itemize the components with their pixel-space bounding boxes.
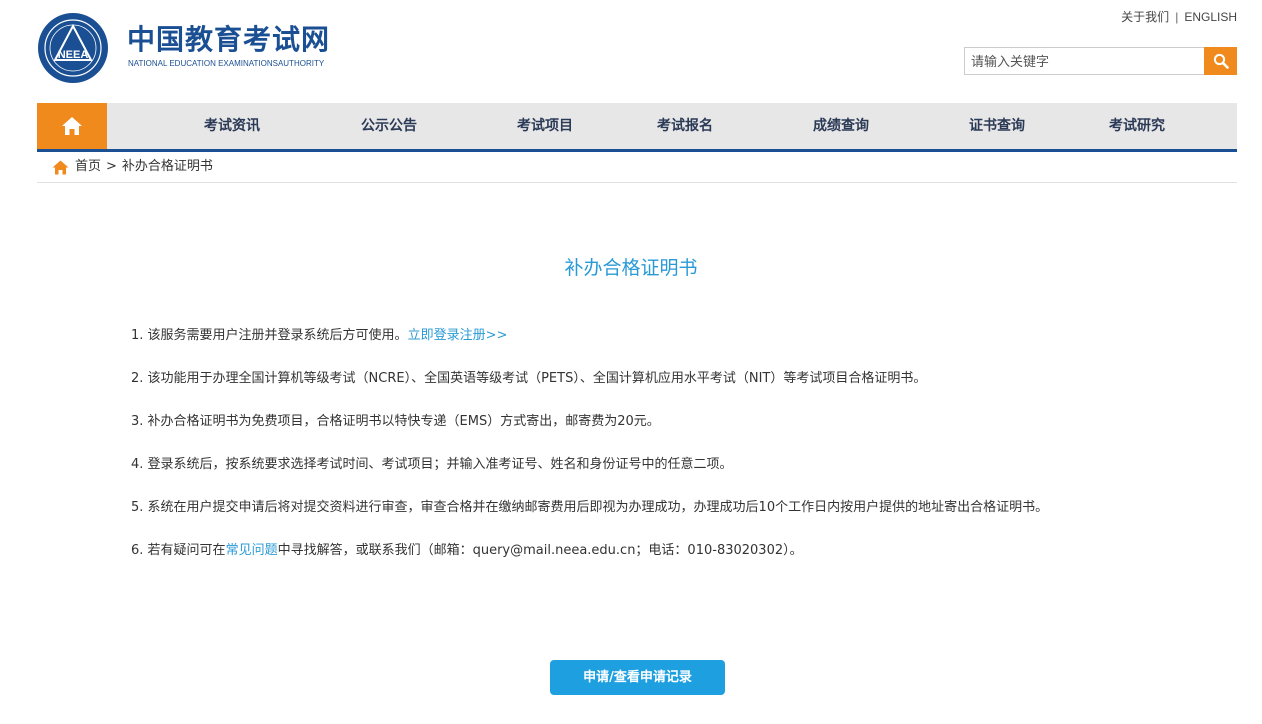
item-text: 该服务需要用户注册并登录系统后方可使用。 xyxy=(147,328,408,343)
search-input[interactable] xyxy=(964,47,1204,75)
nav-item-announcements[interactable]: 公示公告 xyxy=(361,103,417,149)
list-item: 3. 补办合格证明书为免费项目，合格证明书以特快专递（EMS）方式寄出，邮寄费为… xyxy=(131,411,1231,454)
nav-item-exam-projects[interactable]: 考试项目 xyxy=(517,103,573,149)
breadcrumb-home-icon xyxy=(52,160,69,175)
item-number: 3. xyxy=(131,414,144,429)
item-text: 补办合格证明书为免费项目，合格证明书以特快专递（EMS）方式寄出，邮寄费为20元… xyxy=(147,414,660,429)
site-subtitle: NATIONAL EDUCATION EXAMINATIONSAUTHORITY xyxy=(128,59,325,68)
item-text: 登录系统后，按系统要求选择考试时间、考试项目；并输入准考证号、姓名和身份证号中的… xyxy=(147,457,733,472)
nav-item-exam-research[interactable]: 考试研究 xyxy=(1109,103,1165,149)
apply-view-records-button[interactable]: 申请/查看申请记录 xyxy=(550,660,725,695)
item-number: 1. xyxy=(131,328,144,343)
page: NEEA 中国教育考试网 NATIONAL EDUCATION EXAMINAT… xyxy=(0,0,1262,724)
neea-logo[interactable]: NEEA xyxy=(37,12,109,84)
nav-item-exam-news[interactable]: 考试资讯 xyxy=(204,103,260,149)
breadcrumb-home-link[interactable]: 首页 xyxy=(75,159,101,174)
item-text: 若有疑问可在 xyxy=(147,543,226,558)
about-us-link[interactable]: 关于我们 xyxy=(1121,10,1169,24)
nav-item-certificate-query[interactable]: 证书查询 xyxy=(969,103,1025,149)
item-number: 5. xyxy=(131,500,144,515)
nav-item-score-query[interactable]: 成绩查询 xyxy=(813,103,869,149)
login-register-link[interactable]: 立即登录注册>> xyxy=(408,328,508,343)
list-item: 4. 登录系统后，按系统要求选择考试时间、考试项目；并输入准考证号、姓名和身份证… xyxy=(131,454,1231,497)
list-item: 1. 该服务需要用户注册并登录系统后方可使用。立即登录注册>> xyxy=(131,325,1231,368)
item-number: 2. xyxy=(131,371,144,386)
english-link[interactable]: ENGLISH xyxy=(1184,10,1237,24)
breadcrumb: 首页 > 补办合格证明书 xyxy=(37,152,1237,183)
top-links-separator: | xyxy=(1175,10,1179,24)
breadcrumb-current: 补办合格证明书 xyxy=(121,159,213,174)
page-title: 补办合格证明书 xyxy=(564,257,698,279)
faq-link[interactable]: 常见问题 xyxy=(226,543,278,558)
search-button[interactable] xyxy=(1204,47,1237,75)
home-icon xyxy=(61,116,83,136)
list-item: 5. 系统在用户提交申请后将对提交资料进行审查，审查合格并在缴纳邮寄费用后即视为… xyxy=(131,497,1231,540)
item-number: 6. xyxy=(131,543,144,558)
item-number: 4. xyxy=(131,457,144,472)
item-text: 系统在用户提交申请后将对提交资料进行审查，审查合格并在缴纳邮寄费用后即视为办理成… xyxy=(147,500,1049,515)
breadcrumb-separator: > xyxy=(106,159,117,174)
search-icon xyxy=(1213,53,1229,69)
nav-home-button[interactable] xyxy=(37,103,107,149)
list-item: 2. 该功能用于办理全国计算机等级考试（NCRE）、全国英语等级考试（PETS）… xyxy=(131,368,1231,411)
logo-text: NEEA xyxy=(58,49,89,61)
site-title[interactable]: 中国教育考试网 xyxy=(127,22,330,58)
instruction-list: 1. 该服务需要用户注册并登录系统后方可使用。立即登录注册>> 2. 该功能用于… xyxy=(131,325,1231,583)
nav-item-exam-registration[interactable]: 考试报名 xyxy=(657,103,713,149)
breadcrumb-text: 首页 > 补办合格证明书 xyxy=(75,152,213,182)
main-nav: 考试资讯 公示公告 考试项目 考试报名 成绩查询 证书查询 考试研究 xyxy=(37,103,1237,152)
list-item: 6. 若有疑问可在常见问题中寻找解答，或联系我们（邮箱：query@mail.n… xyxy=(131,540,1231,583)
top-links: 关于我们 | ENGLISH xyxy=(1121,8,1237,26)
search-box xyxy=(964,47,1237,75)
item-text: 该功能用于办理全国计算机等级考试（NCRE）、全国英语等级考试（PETS）、全国… xyxy=(147,371,927,386)
item-text: 中寻找解答，或联系我们（邮箱：query@mail.neea.edu.cn；电话… xyxy=(277,543,803,558)
